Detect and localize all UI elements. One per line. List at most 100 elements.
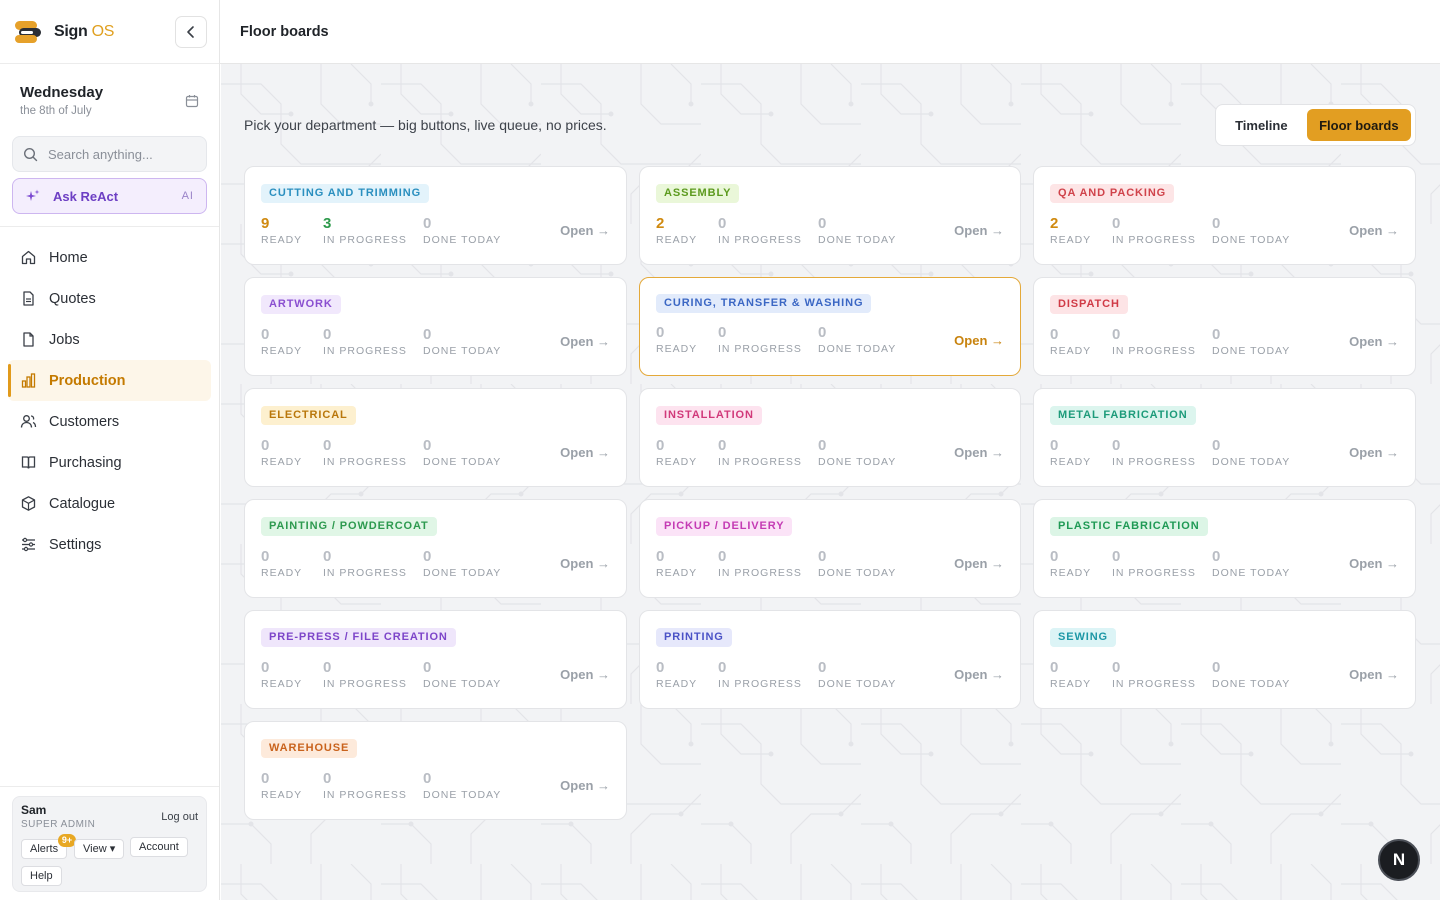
stat-done-today: 0 DONE TODAY xyxy=(423,215,533,246)
department-card[interactable]: QA AND PACKING 2 READY 0 IN PROGRESS 0 D… xyxy=(1033,166,1416,265)
stat-ready: 0 READY xyxy=(1050,437,1112,468)
stat-ready: 9 READY xyxy=(261,215,323,246)
stat-done-today: 0 DONE TODAY xyxy=(1212,437,1322,468)
open-board-link[interactable]: Open → xyxy=(560,334,610,349)
ask-react-button[interactable]: Ask ReAct AI xyxy=(12,178,207,214)
department-card[interactable]: DISPATCH 0 READY 0 IN PROGRESS 0 DONE TO… xyxy=(1033,277,1416,376)
done-today-label: DONE TODAY xyxy=(423,678,502,690)
in-progress-label: IN PROGRESS xyxy=(718,678,802,690)
open-board-link[interactable]: Open → xyxy=(1349,556,1399,571)
stat-ready: 0 READY xyxy=(1050,659,1112,690)
department-tag: PRINTING xyxy=(656,628,732,647)
sidebar-item-catalogue[interactable]: Catalogue xyxy=(8,483,211,524)
department-card[interactable]: PAINTING / POWDERCOAT 0 READY 0 IN PROGR… xyxy=(244,499,627,598)
stat-done-today: 0 DONE TODAY xyxy=(1212,326,1322,357)
department-tag: PLASTIC FABRICATION xyxy=(1050,517,1208,536)
stat-done-today: 0 DONE TODAY xyxy=(423,659,533,690)
in-progress-count: 0 xyxy=(718,437,727,454)
done-today-count: 0 xyxy=(423,215,432,232)
done-today-label: DONE TODAY xyxy=(1212,234,1291,246)
floor-boards-toggle-button[interactable]: Floor boards xyxy=(1306,109,1411,141)
department-card[interactable]: CURING, TRANSFER & WASHING 0 READY 0 IN … xyxy=(639,277,1021,376)
open-board-link[interactable]: Open → xyxy=(954,667,1004,682)
sidebar-item-quotes[interactable]: Quotes xyxy=(8,278,211,319)
open-board-link[interactable]: Open → xyxy=(954,223,1004,238)
collapse-sidebar-button[interactable] xyxy=(175,15,207,48)
sidebar-item-settings[interactable]: Settings xyxy=(8,524,211,565)
done-today-count: 0 xyxy=(1212,659,1221,676)
chevron-left-icon xyxy=(187,25,194,38)
ready-label: READY xyxy=(261,789,303,801)
user-card: Sam SUPER ADMIN Log out Alerts 9+ View ▾… xyxy=(12,796,207,892)
department-card[interactable]: PLASTIC FABRICATION 0 READY 0 IN PROGRES… xyxy=(1033,499,1416,598)
sidebar-item-purchasing[interactable]: Purchasing xyxy=(8,442,211,483)
sidebar-item-customers[interactable]: Customers xyxy=(8,401,211,442)
ready-label: READY xyxy=(656,234,698,246)
ready-count: 0 xyxy=(1050,326,1059,343)
department-card[interactable]: PRE-PRESS / FILE CREATION 0 READY 0 IN P… xyxy=(244,610,627,709)
briefcase-icon xyxy=(20,331,37,348)
department-tag: PRE-PRESS / FILE CREATION xyxy=(261,628,456,647)
done-today-count: 0 xyxy=(1212,437,1221,454)
open-board-link[interactable]: Open → xyxy=(560,445,610,460)
stat-in-progress: 0 IN PROGRESS xyxy=(323,326,423,357)
alerts-button[interactable]: Alerts 9+ xyxy=(21,834,77,859)
department-card[interactable]: SEWING 0 READY 0 IN PROGRESS 0 DONE TODA… xyxy=(1033,610,1416,709)
open-board-link[interactable]: Open → xyxy=(560,778,610,793)
main-content: Pick your department — big buttons, live… xyxy=(221,64,1440,900)
next-logo-icon[interactable]: N xyxy=(1378,839,1420,881)
open-board-link[interactable]: Open → xyxy=(1349,334,1399,349)
brand-name-main: Sign xyxy=(54,22,88,40)
department-card[interactable]: INSTALLATION 0 READY 0 IN PROGRESS 0 DON… xyxy=(639,388,1021,487)
stat-in-progress: 0 IN PROGRESS xyxy=(1112,326,1212,357)
open-board-link[interactable]: Open → xyxy=(954,333,1004,348)
account-button[interactable]: Account xyxy=(130,837,188,857)
help-button[interactable]: Help xyxy=(21,866,62,886)
date-block: Wednesday the 8th of July xyxy=(0,64,219,136)
stat-ready: 2 READY xyxy=(1050,215,1112,246)
department-stats: 0 READY 0 IN PROGRESS 0 DONE TODAY xyxy=(261,326,533,357)
stat-ready: 0 READY xyxy=(261,659,323,690)
department-card[interactable]: PRINTING 0 READY 0 IN PROGRESS 0 DONE TO… xyxy=(639,610,1021,709)
sidebar-item-production[interactable]: Production xyxy=(8,360,211,401)
department-card[interactable]: CUTTING AND TRIMMING 9 READY 3 IN PROGRE… xyxy=(244,166,627,265)
stat-ready: 0 READY xyxy=(656,548,718,579)
timeline-toggle-button[interactable]: Timeline xyxy=(1220,109,1303,141)
open-board-link[interactable]: Open → xyxy=(1349,445,1399,460)
sidebar-item-home[interactable]: Home xyxy=(8,237,211,278)
signos-logo-icon[interactable] xyxy=(14,18,42,46)
stat-done-today: 0 DONE TODAY xyxy=(818,659,928,690)
stat-ready: 0 READY xyxy=(656,324,718,355)
open-board-link[interactable]: Open → xyxy=(560,556,610,571)
ready-count: 0 xyxy=(1050,548,1059,565)
department-card[interactable]: ELECTRICAL 0 READY 0 IN PROGRESS 0 DONE … xyxy=(244,388,627,487)
stat-in-progress: 0 IN PROGRESS xyxy=(718,215,818,246)
done-today-count: 0 xyxy=(423,326,432,343)
search-input[interactable]: Search anything... xyxy=(12,136,207,172)
department-card[interactable]: WAREHOUSE 0 READY 0 IN PROGRESS 0 DONE T… xyxy=(244,721,627,820)
in-progress-count: 0 xyxy=(1112,215,1121,232)
department-card[interactable]: METAL FABRICATION 0 READY 0 IN PROGRESS … xyxy=(1033,388,1416,487)
open-board-link[interactable]: Open → xyxy=(1349,667,1399,682)
done-today-label: DONE TODAY xyxy=(1212,567,1291,579)
done-today-count: 0 xyxy=(818,659,827,676)
view-dropdown[interactable]: View ▾ xyxy=(74,839,125,859)
open-board-link[interactable]: Open → xyxy=(560,667,610,682)
open-board-link[interactable]: Open → xyxy=(954,445,1004,460)
calendar-icon[interactable] xyxy=(185,94,199,108)
department-stats: 0 READY 0 IN PROGRESS 0 DONE TODAY xyxy=(656,324,928,355)
open-board-link[interactable]: Open → xyxy=(560,223,610,238)
book-icon xyxy=(20,454,37,471)
open-board-link[interactable]: Open → xyxy=(1349,223,1399,238)
open-board-link[interactable]: Open → xyxy=(954,556,1004,571)
sidebar-item-jobs[interactable]: Jobs xyxy=(8,319,211,360)
ready-label: READY xyxy=(656,567,698,579)
department-card[interactable]: ASSEMBLY 2 READY 0 IN PROGRESS 0 DONE TO… xyxy=(639,166,1021,265)
department-card[interactable]: PICKUP / DELIVERY 0 READY 0 IN PROGRESS … xyxy=(639,499,1021,598)
logout-link[interactable]: Log out xyxy=(161,811,198,823)
department-card[interactable]: ARTWORK 0 READY 0 IN PROGRESS 0 DONE TOD… xyxy=(244,277,627,376)
stat-done-today: 0 DONE TODAY xyxy=(818,437,928,468)
department-stats: 0 READY 0 IN PROGRESS 0 DONE TODAY xyxy=(261,659,533,690)
in-progress-label: IN PROGRESS xyxy=(323,345,407,357)
ready-count: 0 xyxy=(1050,437,1059,454)
